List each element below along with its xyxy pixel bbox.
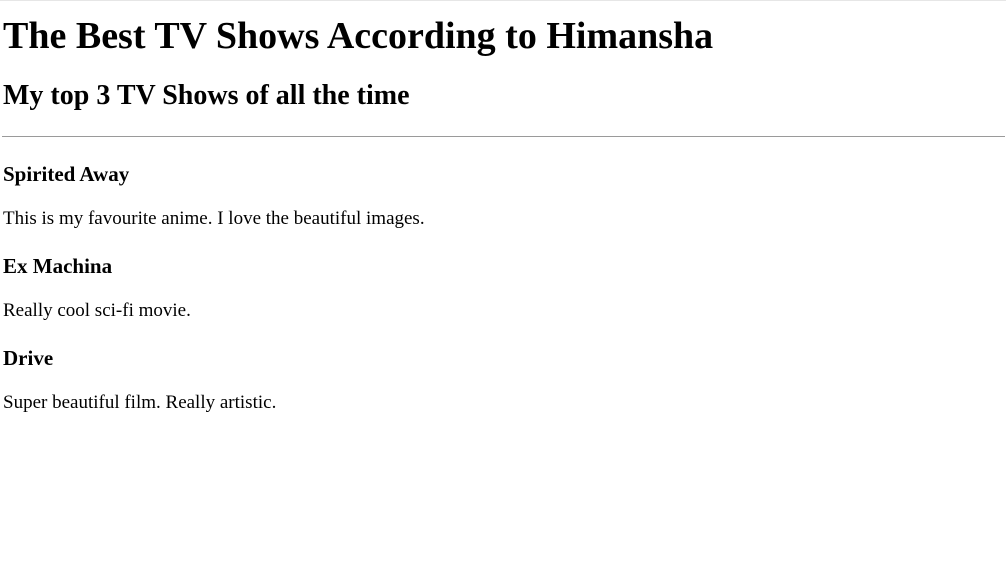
show-description: This is my favourite anime. I love the b… <box>3 208 425 229</box>
show-description: Super beautiful film. Really artistic. <box>3 392 277 413</box>
show-title: Drive <box>3 346 54 370</box>
show-item: Ex Machina Really cool sci-fi movie. <box>3 253 1005 323</box>
page-title: The Best TV Shows According to Himansha <box>3 15 714 57</box>
show-description: Really cool sci-fi movie. <box>3 300 191 321</box>
show-item: Drive Super beautiful film. Really artis… <box>3 345 1005 415</box>
page: The Best TV Shows According to Himansha … <box>0 0 1006 561</box>
show-item: Spirited Away This is my favourite anime… <box>3 161 1005 231</box>
show-list: Spirited Away This is my favourite anime… <box>3 161 1005 415</box>
show-title: Ex Machina <box>3 254 113 278</box>
page-subtitle: My top 3 TV Shows of all the time <box>3 80 410 111</box>
divider <box>2 136 1005 137</box>
show-title: Spirited Away <box>3 162 130 186</box>
